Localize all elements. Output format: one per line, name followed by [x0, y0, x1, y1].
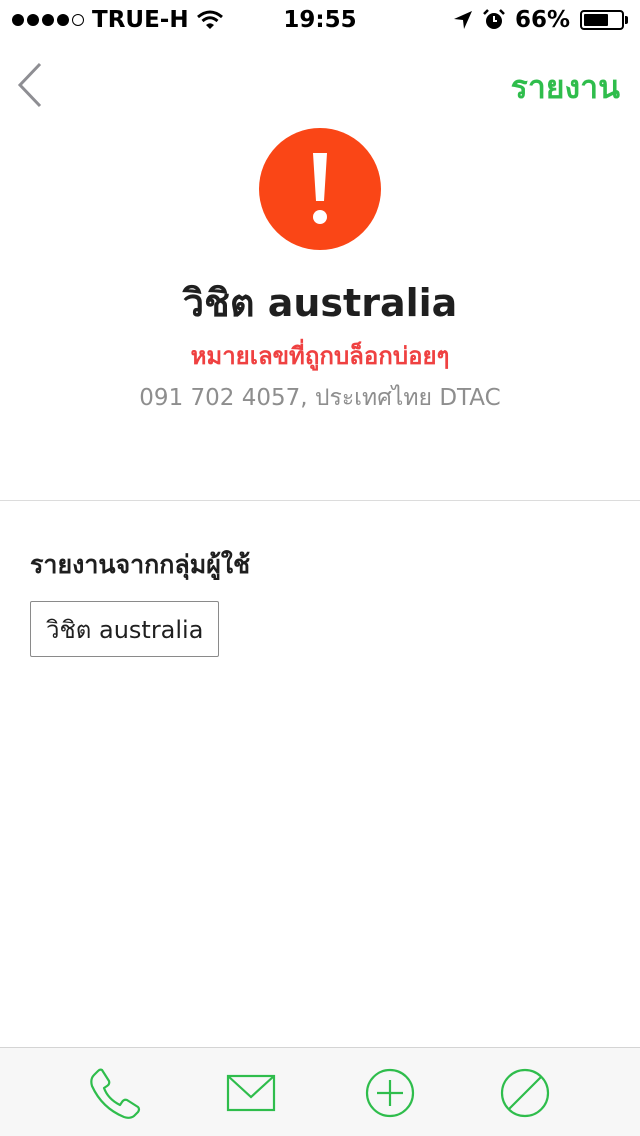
location-arrow-icon [453, 11, 472, 29]
reports-title: รายงานจากกลุ่มผู้ใช้ [30, 550, 251, 579]
alarm-icon [483, 9, 505, 29]
carrier-name: TRUE-H [92, 7, 189, 33]
contact-name: วิชิต australia [182, 281, 458, 325]
phone-icon [90, 1068, 141, 1119]
block-icon [500, 1068, 550, 1118]
status-left: TRUE-H [12, 7, 223, 33]
battery-percent: 66% [514, 7, 570, 33]
status-right: 66% [453, 7, 628, 33]
message-button[interactable] [224, 1066, 278, 1120]
add-circle-icon [365, 1068, 415, 1118]
add-contact-button[interactable] [363, 1066, 417, 1120]
report-button[interactable]: รายงาน [511, 62, 620, 113]
status-bar: TRUE-H 19:55 66% [0, 0, 640, 40]
battery-icon [580, 10, 628, 30]
block-button[interactable] [498, 1066, 552, 1120]
call-button[interactable] [88, 1066, 142, 1120]
chevron-left-icon [17, 62, 42, 108]
wifi-icon [196, 10, 223, 29]
envelope-icon [226, 1074, 276, 1112]
bottom-toolbar [0, 1047, 640, 1136]
report-tag: วิชิต australia [30, 601, 220, 657]
exclamation-icon [313, 153, 327, 224]
warning-text: หมายเลขที่ถูกบล็อกบ่อยๆ [190, 342, 450, 370]
screen: TRUE-H 19:55 66% รายงาน วิชิต australia … [0, 0, 640, 1136]
divider [0, 500, 640, 501]
signal-strength-icon [12, 14, 84, 26]
phone-info: 091 702 4057, ประเทศไทย DTAC [139, 385, 501, 411]
warning-badge [259, 128, 381, 250]
back-button[interactable] [16, 60, 56, 110]
